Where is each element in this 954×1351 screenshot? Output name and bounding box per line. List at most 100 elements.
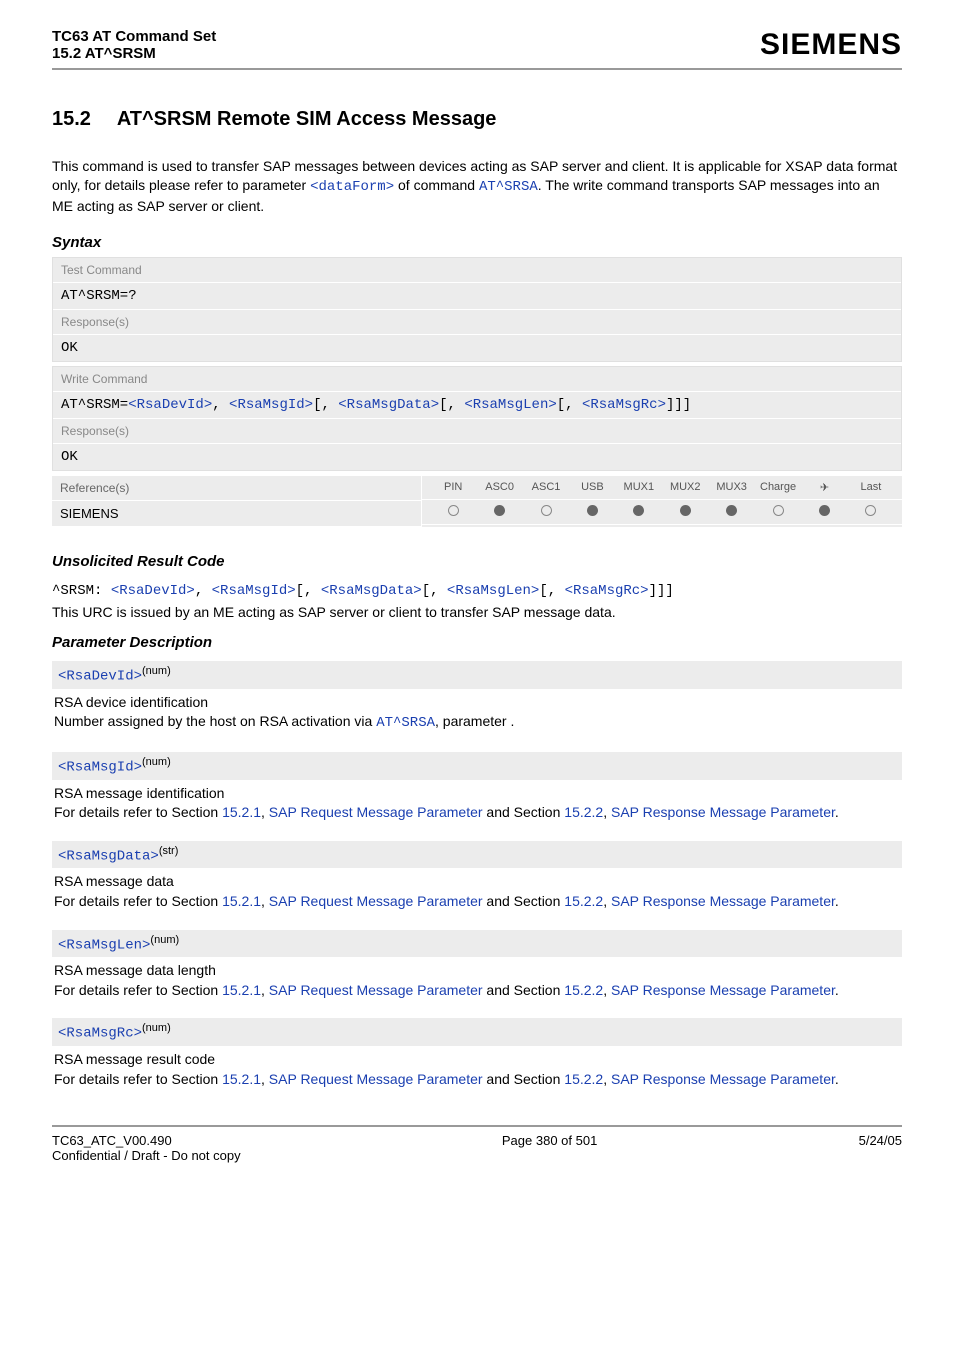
link-section-1521[interactable]: 15.2.1 (222, 982, 261, 998)
param-description: For details refer to Section 15.2.1, SAP… (54, 892, 900, 912)
link-section-1522[interactable]: 15.2.2 (564, 804, 603, 820)
dot-filled-icon (633, 505, 644, 516)
dot-filled-icon (680, 505, 691, 516)
col-airplane-icon: ✈ (801, 481, 847, 494)
link-sap-request[interactable]: SAP Request Message Parameter (269, 804, 483, 820)
link-section-1522[interactable]: 15.2.2 (564, 1071, 603, 1087)
param-rsamsgdata[interactable]: <RsaMsgData> (338, 397, 439, 413)
write-prefix: AT^SRSM= (61, 397, 128, 413)
param-body: RSA message result codeFor details refer… (52, 1046, 902, 1097)
doc-section-label: 15.2 AT^SRSM (52, 45, 216, 62)
col-asc1: ASC1 (523, 481, 569, 493)
write-response-ok: OK (53, 444, 901, 470)
link-atsrsa[interactable]: AT^SRSA (479, 179, 538, 195)
link-dataform[interactable]: <dataForm> (310, 179, 394, 195)
param-rsamsgid[interactable]: <RsaMsgId> (229, 397, 313, 413)
doc-title: TC63 AT Command Set (52, 28, 216, 45)
link-section-1521[interactable]: 15.2.1 (222, 804, 261, 820)
section-number: 15.2 (52, 108, 112, 131)
urc-rsamsgdata[interactable]: <RsaMsgData> (321, 583, 422, 599)
dot-filled-icon (726, 505, 737, 516)
param-name-link[interactable]: <RsaDevId> (58, 669, 142, 685)
link-section-1522[interactable]: 15.2.2 (564, 982, 603, 998)
intro-paragraph: This command is used to transfer SAP mes… (52, 157, 902, 216)
param-name-link[interactable]: <RsaMsgLen> (58, 937, 150, 953)
param-description: For details refer to Section 15.2.1, SAP… (54, 981, 900, 1001)
state-cell-mux2 (662, 505, 708, 519)
footer-page: Page 380 of 501 (502, 1133, 597, 1163)
urc-block: ^SRSM: <RsaDevId>, <RsaMsgId>[, <RsaMsgD… (52, 580, 902, 620)
param-heading: Parameter Description (52, 634, 902, 651)
col-mux3: MUX3 (708, 481, 754, 493)
link-section-1522[interactable]: 15.2.2 (564, 893, 603, 909)
urc-rsamsgrc[interactable]: <RsaMsgRc> (565, 583, 649, 599)
param-body: RSA message data lengthFor details refer… (52, 957, 902, 1008)
urc-prefix: ^SRSM: (52, 583, 111, 599)
ref-col-headers: PIN ASC0 ASC1 USB MUX1 MUX2 MUX3 Charge … (430, 481, 894, 494)
urc-code: ^SRSM: <RsaDevId>, <RsaMsgId>[, <RsaMsgD… (52, 580, 902, 602)
param-type-superscript: (str) (159, 845, 179, 857)
intro-text-2: of command (394, 177, 479, 193)
header-left: TC63 AT Command Set 15.2 AT^SRSM (52, 28, 216, 62)
param-type-superscript: (num) (142, 1022, 171, 1034)
param-rsadevid[interactable]: <RsaDevId> (128, 397, 212, 413)
page-header: TC63 AT Command Set 15.2 AT^SRSM SIEMENS (52, 28, 902, 70)
link-sap-response[interactable]: SAP Response Message Parameter (611, 1071, 835, 1087)
col-charge: Charge (755, 481, 801, 493)
param-name-box: <RsaMsgRc>(num) (52, 1018, 902, 1046)
urc-rsamsglen[interactable]: <RsaMsgLen> (447, 583, 539, 599)
link-sap-request[interactable]: SAP Request Message Parameter (269, 982, 483, 998)
param-rsamsglen[interactable]: <RsaMsgLen> (464, 397, 556, 413)
link-sap-request[interactable]: SAP Request Message Parameter (269, 893, 483, 909)
reference-table: Reference(s) SIEMENS PIN ASC0 ASC1 USB M… (52, 475, 902, 527)
col-last: Last (848, 481, 894, 493)
param-name-link[interactable]: <RsaMsgId> (58, 760, 142, 776)
param-body: RSA message dataFor details refer to Sec… (52, 868, 902, 919)
test-command-label: Test Command (53, 258, 901, 283)
col-mux1: MUX1 (616, 481, 662, 493)
write-command-label: Write Command (53, 367, 901, 392)
footer-date: 5/24/05 (859, 1133, 902, 1163)
param-name-link[interactable]: <RsaMsgRc> (58, 1026, 142, 1042)
section-title: AT^SRSM Remote SIM Access Message (117, 108, 497, 130)
footer-version: TC63_ATC_V00.490 (52, 1133, 241, 1148)
param-title: RSA message data (54, 872, 900, 892)
brand-logo: SIEMENS (760, 28, 902, 62)
col-pin: PIN (430, 481, 476, 493)
link-sap-response[interactable]: SAP Response Message Parameter (611, 982, 835, 998)
state-cell-charge (755, 505, 801, 519)
urc-description: This URC is issued by an ME acting as SA… (52, 604, 902, 620)
dot-filled-icon (587, 505, 598, 516)
syntax-test-box: Test Command AT^SRSM=? Response(s) OK (52, 257, 902, 362)
ref-state-row (430, 505, 894, 519)
param-name-link[interactable]: <RsaMsgData> (58, 848, 159, 864)
dot-empty-icon (865, 505, 876, 516)
param-description: Number assigned by the host on RSA activ… (54, 712, 900, 734)
test-command-value: AT^SRSM=? (53, 283, 901, 310)
link-atsrsa-ref[interactable]: AT^SRSA (376, 715, 435, 731)
section-heading: 15.2 AT^SRSM Remote SIM Access Message (52, 108, 902, 131)
state-cell-mux3 (708, 505, 754, 519)
state-cell-✈ (801, 505, 847, 519)
dot-empty-icon (541, 505, 552, 516)
link-section-1521[interactable]: 15.2.1 (222, 1071, 261, 1087)
ref-label: Reference(s) (52, 476, 421, 501)
link-sap-response[interactable]: SAP Response Message Parameter (611, 893, 835, 909)
urc-rsadevid[interactable]: <RsaDevId> (111, 583, 195, 599)
param-title: RSA message result code (54, 1050, 900, 1070)
test-response-ok: OK (53, 335, 901, 361)
link-section-1521[interactable]: 15.2.1 (222, 893, 261, 909)
param-description: For details refer to Section 15.2.1, SAP… (54, 1070, 900, 1090)
link-sap-request[interactable]: SAP Request Message Parameter (269, 1071, 483, 1087)
state-cell-asc0 (476, 505, 522, 519)
param-type-superscript: (num) (150, 934, 179, 946)
syntax-heading: Syntax (52, 234, 902, 251)
urc-rsamsgid[interactable]: <RsaMsgId> (212, 583, 296, 599)
link-sap-response[interactable]: SAP Response Message Parameter (611, 804, 835, 820)
param-type-superscript: (num) (142, 665, 171, 677)
ref-value: SIEMENS (52, 501, 421, 527)
param-title: RSA message data length (54, 961, 900, 981)
param-name-box: <RsaMsgData>(str) (52, 841, 902, 869)
col-mux2: MUX2 (662, 481, 708, 493)
param-rsamsgrc[interactable]: <RsaMsgRc> (582, 397, 666, 413)
